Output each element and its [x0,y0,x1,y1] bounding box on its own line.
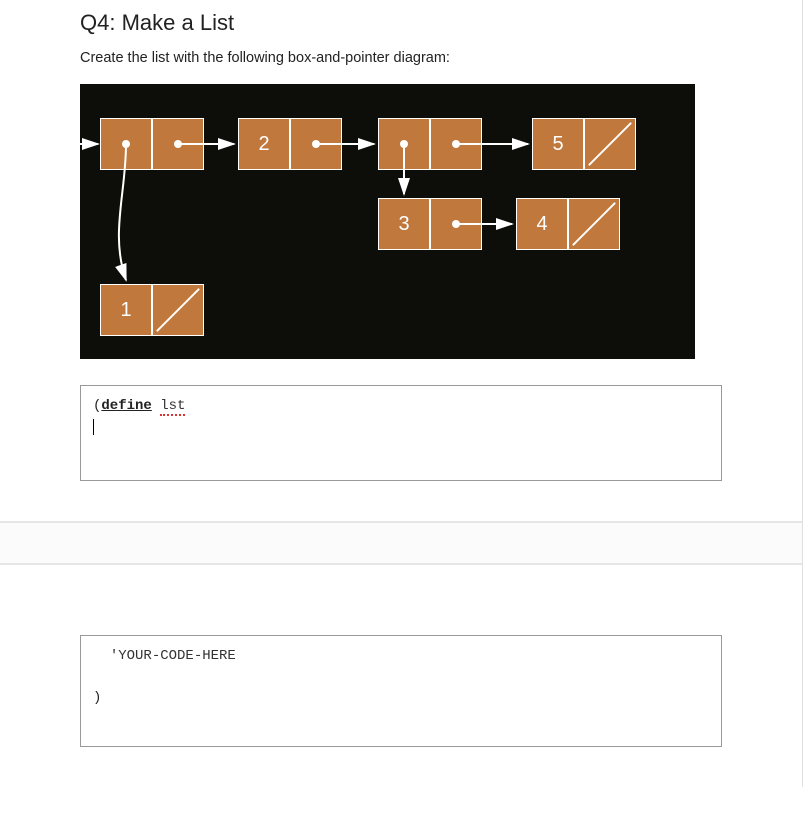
one-pair-car: 1 [100,284,152,336]
inner-pair2-cdr-nil [568,198,620,250]
page-content: Q4: Make a List Create the list with the… [0,0,803,787]
code-placeholder: 'YOUR-CODE-HERE [110,648,236,664]
inner-pair1-cdr [430,198,482,250]
pair4-cdr-nil [584,118,636,170]
pair3-cdr [430,118,482,170]
code-editor-top[interactable]: (define lst [80,385,722,481]
define-keyword: define [101,398,151,414]
one-pair-cdr-nil [152,284,204,336]
lst-identifier: lst [160,398,185,416]
inner-pair2-car: 4 [516,198,568,250]
question-title: Q4: Make a List [80,10,722,36]
inner-pair1-car: 3 [378,198,430,250]
close-paren: ) [93,690,101,706]
pair2-car: 2 [238,118,290,170]
pair3-car [378,118,430,170]
text-cursor [93,419,94,435]
code-editor-bottom[interactable]: 'YOUR-CODE-HERE ) [80,635,722,747]
pair1-cdr [152,118,204,170]
instruction-text: Create the list with the following box-a… [80,50,722,66]
section-divider [0,521,802,565]
box-pointer-diagram: 2 5 3 4 1 [80,84,695,359]
pair2-cdr [290,118,342,170]
pair1-car [100,118,152,170]
pair4-car: 5 [532,118,584,170]
